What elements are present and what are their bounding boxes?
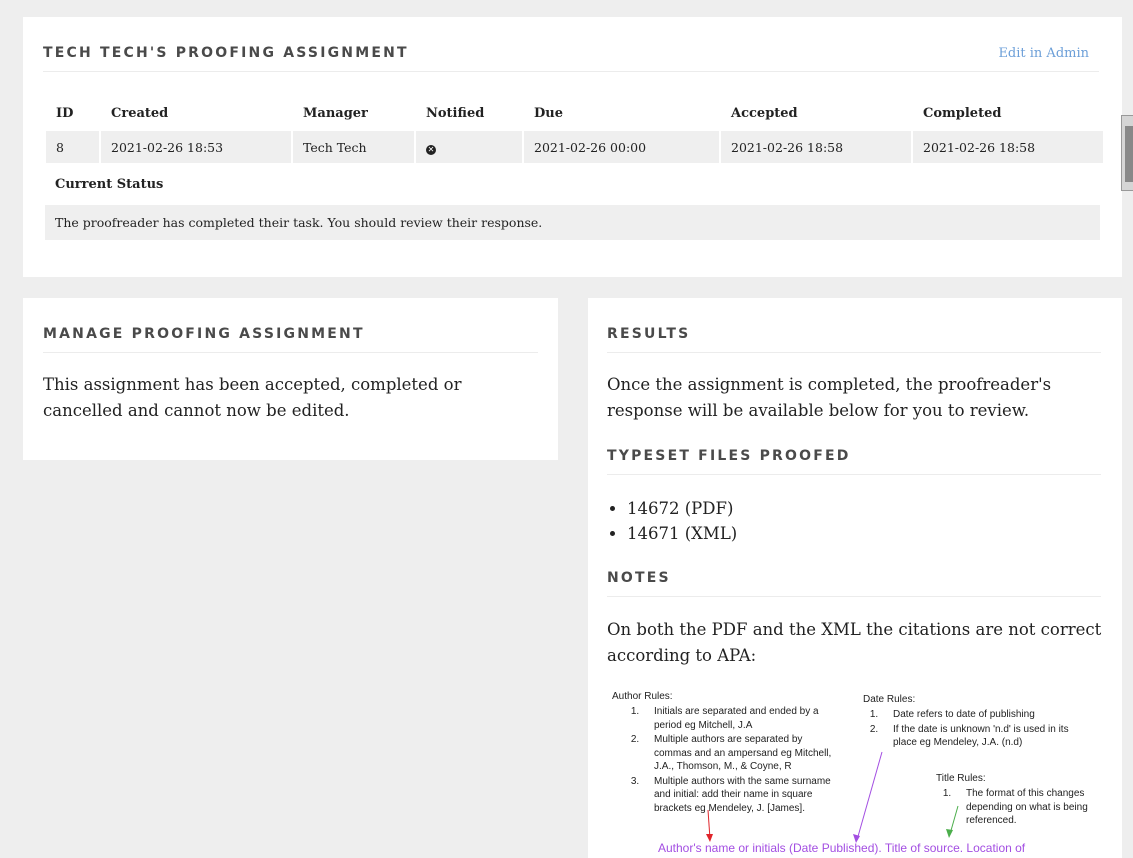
current-status-text: The proofreader has completed their task… [45, 205, 1100, 240]
list-item: 14671 (XML) [627, 521, 737, 546]
cell-created: 2021-02-26 18:53 [101, 131, 291, 163]
apa-format-line: Author's name or initials (Date Publishe… [658, 841, 1026, 855]
arrowhead-green [946, 829, 953, 838]
divider [43, 352, 538, 353]
cell-completed: 2021-02-26 18:58 [913, 131, 1103, 163]
typeset-files-list: 14672 (PDF) 14671 (XML) [607, 496, 737, 546]
manage-text: This assignment has been accepted, compl… [43, 375, 462, 420]
apa-rules-figure: Author Rules: Initials are separated and… [608, 688, 1108, 858]
divider [607, 352, 1101, 353]
divider [607, 474, 1101, 475]
cell-due: 2021-02-26 00:00 [524, 131, 719, 163]
cell-notified: ✕ [416, 131, 522, 163]
notes-text: On both the PDF and the XML the citation… [607, 620, 1102, 665]
scrollbar-handle[interactable] [1121, 115, 1133, 191]
cell-accepted: 2021-02-26 18:58 [721, 131, 911, 163]
assignment-card: TECH TECH'S PROOFING ASSIGNMENT Edit in … [23, 17, 1122, 277]
results-text: Once the assignment is completed, the pr… [607, 375, 1052, 420]
divider [43, 71, 1099, 72]
divider [607, 596, 1101, 597]
list-item: 14672 (PDF) [627, 496, 737, 521]
col-header-notified: Notified [426, 105, 485, 121]
col-header-manager: Manager [303, 105, 368, 121]
col-header-id: ID [56, 105, 74, 121]
apa-bottom-line: Author's name or initials (Date Publishe… [658, 841, 1108, 855]
table-row: 8 2021-02-26 18:53 Tech Tech ✕ 2021-02-2… [46, 131, 1103, 163]
notes-title: NOTES [607, 570, 671, 586]
cell-manager: Tech Tech [293, 131, 414, 163]
col-header-created: Created [111, 105, 169, 121]
assignment-table: ID Created Manager Notified Due Accepted… [44, 95, 1105, 165]
results-card: RESULTS Once the assignment is completed… [588, 298, 1122, 858]
arrow-purple [856, 751, 883, 841]
current-status-label: Current Status [55, 177, 164, 192]
manage-title: MANAGE PROOFING ASSIGNMENT [43, 326, 365, 342]
annotation-arrows [706, 751, 959, 843]
typeset-files-title: TYPESET FILES PROOFED [607, 448, 851, 464]
col-header-accepted: Accepted [731, 105, 798, 121]
assignment-title: TECH TECH'S PROOFING ASSIGNMENT [43, 45, 409, 61]
manage-card: MANAGE PROOFING ASSIGNMENT This assignme… [23, 298, 558, 460]
cell-id: 8 [46, 131, 99, 163]
edit-in-admin-link[interactable]: Edit in Admin [998, 46, 1089, 61]
col-header-due: Due [534, 105, 563, 121]
col-header-completed: Completed [923, 105, 1002, 121]
times-circle-icon: ✕ [426, 144, 436, 155]
results-title: RESULTS [607, 326, 691, 342]
